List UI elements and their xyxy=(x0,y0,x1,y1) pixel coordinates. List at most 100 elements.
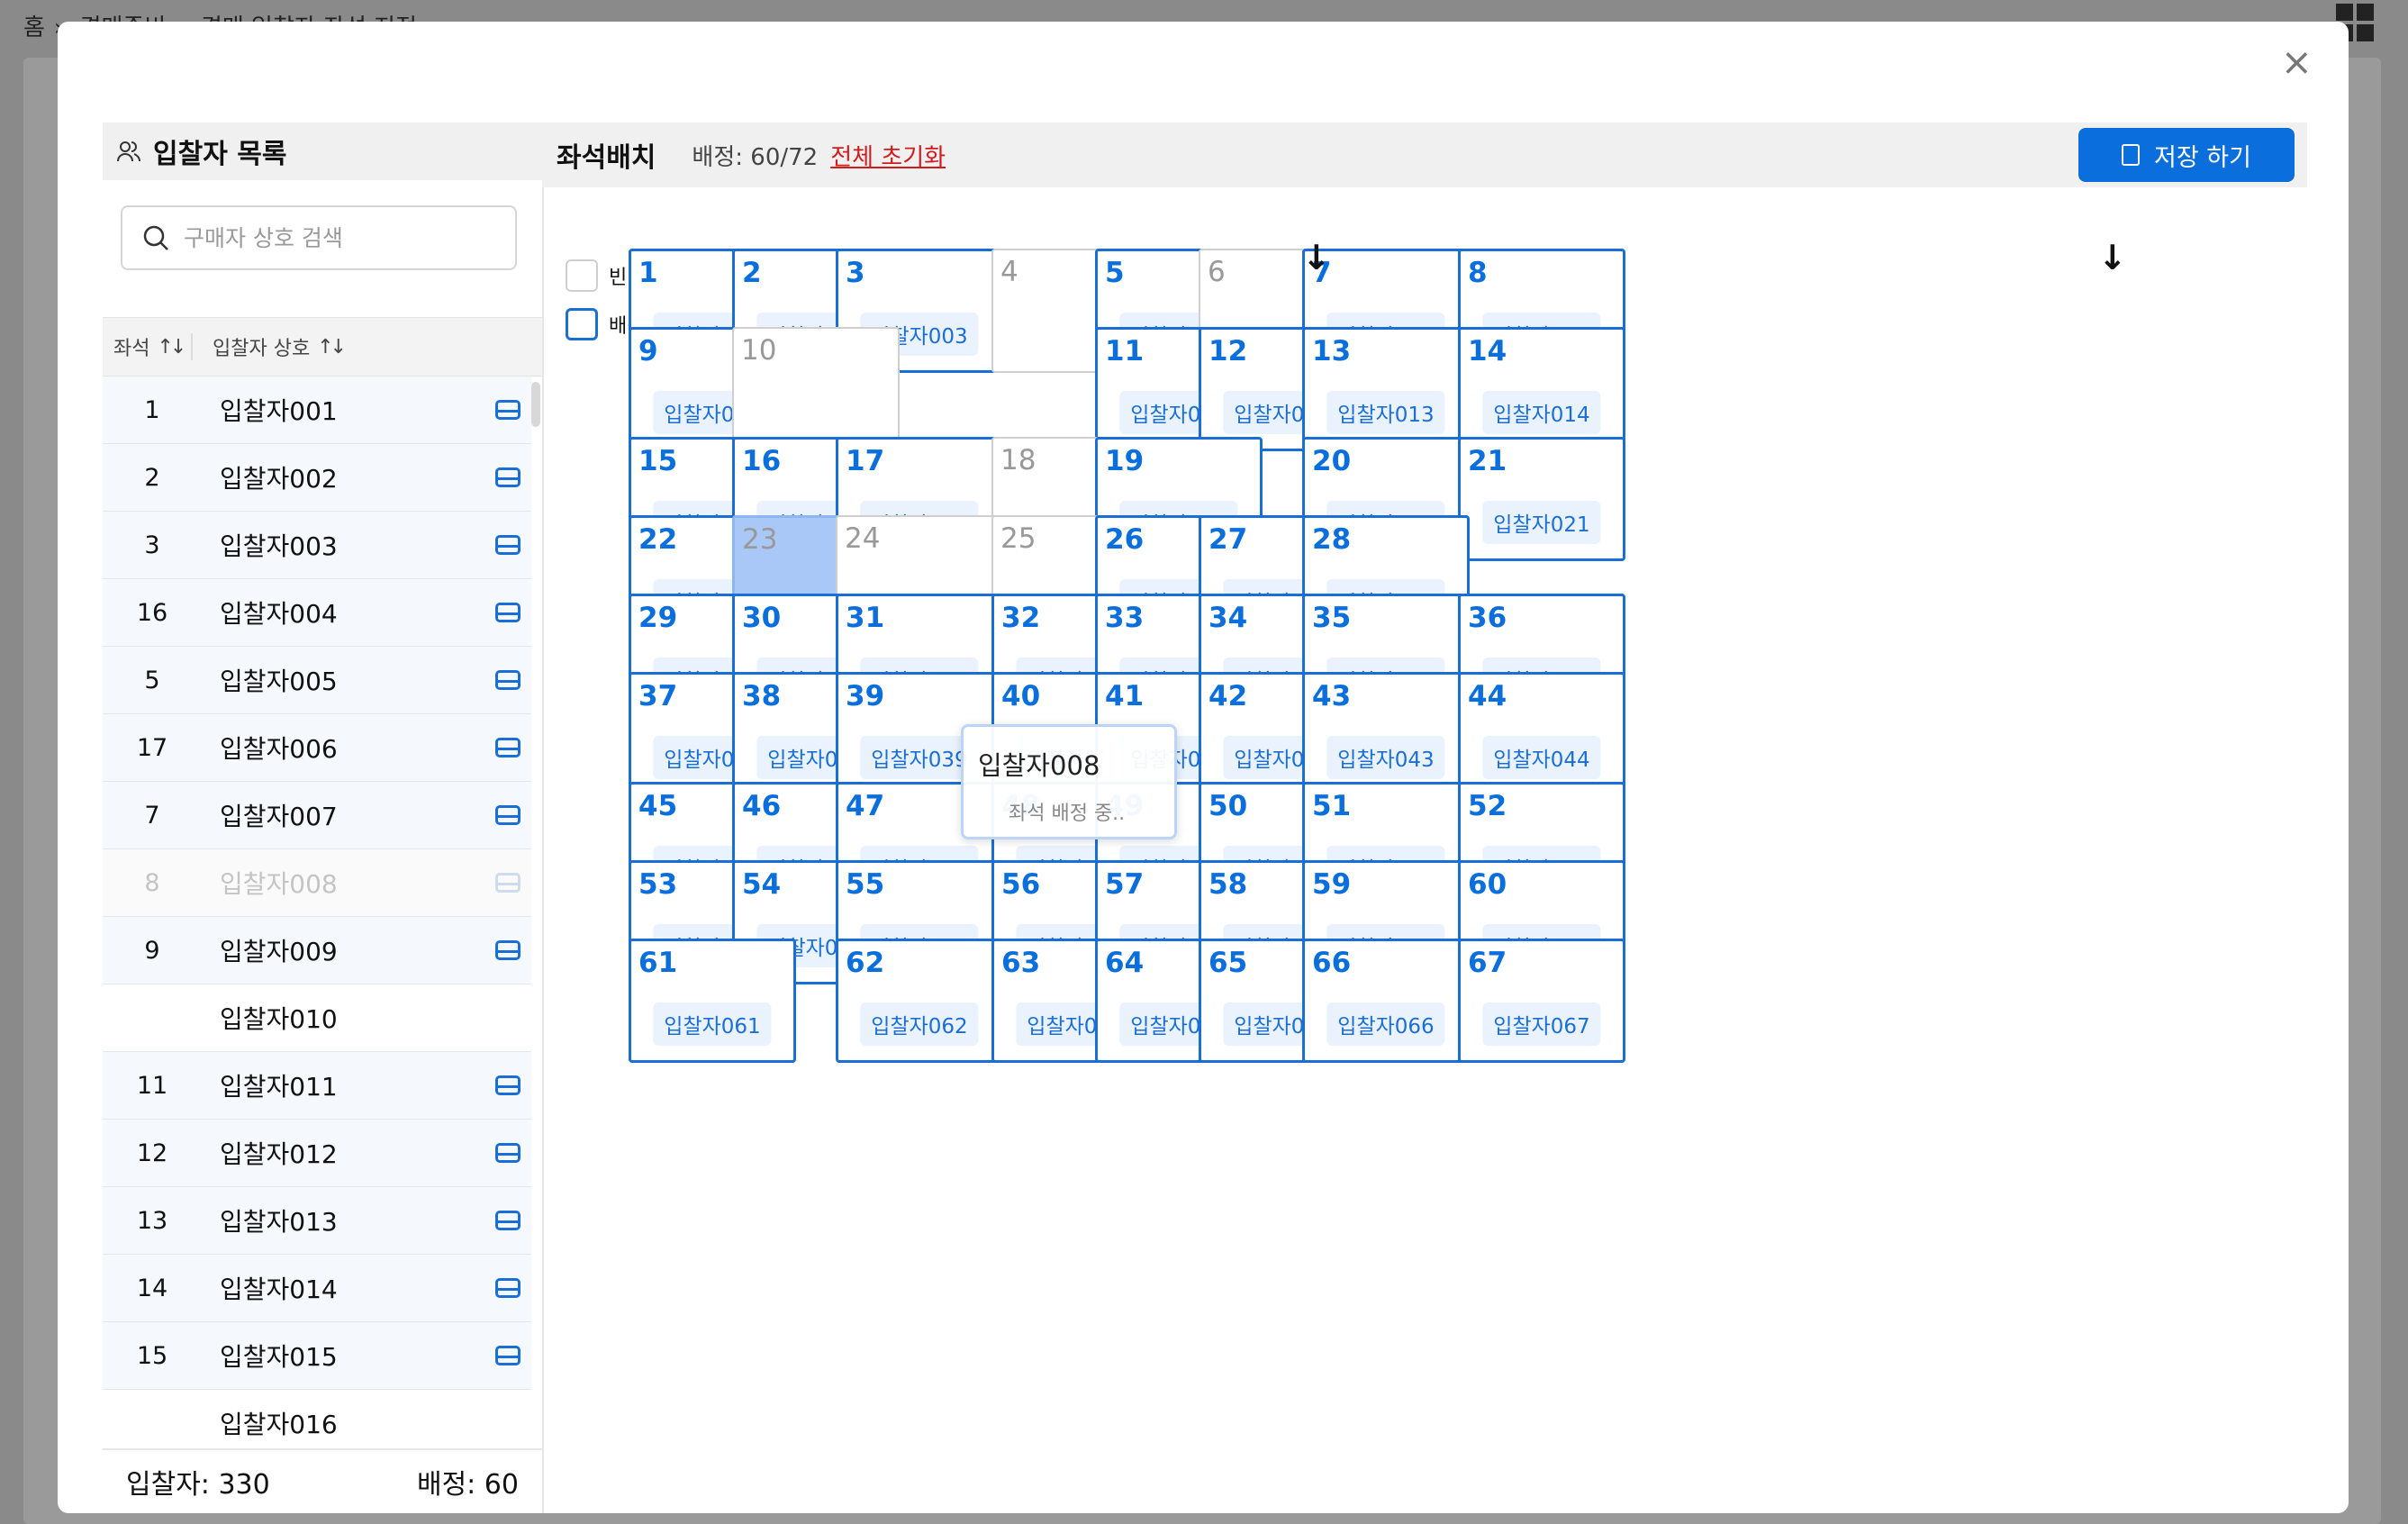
seat-number: 63 xyxy=(1001,947,1041,979)
table-row[interactable]: 입찰자010 xyxy=(103,984,531,1052)
seat-43[interactable]: 43 입찰자043 xyxy=(1302,672,1470,796)
table-row[interactable]: 2 입찰자002 xyxy=(103,444,531,512)
seat-number: 46 xyxy=(742,790,782,822)
breadcrumb-item[interactable]: 홈 xyxy=(23,14,45,41)
table-row[interactable]: 16 입찰자004 xyxy=(103,579,531,647)
table-row[interactable]: 12 입찰자012 xyxy=(103,1120,531,1187)
seat-icon[interactable] xyxy=(495,535,521,555)
seat-14[interactable]: 14 입찰자014 xyxy=(1458,327,1625,451)
seat-number: 10 xyxy=(741,334,777,367)
seat-bidder-tag[interactable]: 입찰자066 xyxy=(1326,1002,1445,1046)
seat-icon-cell xyxy=(484,670,531,690)
search-input[interactable] xyxy=(182,223,510,252)
close-icon[interactable]: × xyxy=(2281,43,2313,81)
seat-number: 53 xyxy=(638,868,678,901)
bidder-list-footer: 입찰자: 330 배정: 60 xyxy=(103,1448,542,1513)
sort-by-seat[interactable]: 좌석 ↑↓ xyxy=(103,333,193,360)
seat-bidder-tag[interactable]: 입찰자043 xyxy=(1326,736,1445,779)
seat-number: 3 xyxy=(846,257,865,289)
seating-panel: 좌석배치 배정: 60/72 전체 초기화 저장 하기 빈 좌석 배정됨 1입찰… xyxy=(542,122,2307,1513)
save-button[interactable]: 저장 하기 xyxy=(2078,128,2295,182)
list-scrollbar[interactable] xyxy=(531,382,540,427)
seat-icon[interactable] xyxy=(495,1211,521,1230)
seat-number: 65 xyxy=(1209,947,1248,979)
seat-number: 38 xyxy=(742,680,782,712)
bidder-rows: 1 입찰자001 2 입찰자002 3 입찰자003 16 입찰자004 5 입찰자005 17 입찰… xyxy=(103,376,531,1448)
reset-all-link[interactable]: 전체 초기화 xyxy=(830,139,946,172)
seat-number: 32 xyxy=(1001,602,1041,634)
seat-67[interactable]: 67 입찰자067 xyxy=(1458,939,1625,1063)
table-row[interactable]: 7 입찰자007 xyxy=(103,782,531,849)
seat-icon[interactable] xyxy=(495,603,521,622)
seat-icon[interactable] xyxy=(495,873,521,893)
table-row[interactable]: 9 입찰자009 xyxy=(103,917,531,984)
table-row[interactable]: 5 입찰자005 xyxy=(103,647,531,714)
bidder-search-box[interactable] xyxy=(121,205,517,270)
seat-icon[interactable] xyxy=(495,738,521,757)
seat-number: 1 xyxy=(638,257,658,289)
table-row[interactable]: 15 입찰자015 xyxy=(103,1322,531,1390)
seat-icon[interactable] xyxy=(495,1143,521,1163)
seat-number: 37 xyxy=(638,680,678,712)
row-bidder-name: 입찰자016 xyxy=(220,1410,338,1439)
seat-number: 14 xyxy=(1468,335,1507,367)
seat-number: 16 xyxy=(742,445,782,477)
seat-number: 34 xyxy=(1209,602,1248,634)
seat-icon-cell xyxy=(484,1075,531,1095)
seat-bidder-tag[interactable]: 입찰자067 xyxy=(1482,1002,1601,1046)
table-row[interactable]: 입찰자016 xyxy=(103,1390,531,1448)
seat-icon-cell xyxy=(484,940,531,960)
table-row[interactable]: 17 입찰자006 xyxy=(103,714,531,782)
seat-bidder-tag[interactable]: 입찰자044 xyxy=(1482,736,1601,779)
seat-62[interactable]: 62 입찰자062 xyxy=(836,939,1003,1063)
seat-bidder-tag[interactable]: 입찰자014 xyxy=(1482,391,1601,434)
row-seat-number: 5 xyxy=(144,666,160,694)
row-bidder-name: 입찰자010 xyxy=(220,1004,338,1034)
seat-13[interactable]: 13 입찰자013 xyxy=(1302,327,1470,451)
seat-61[interactable]: 61 입찰자061 xyxy=(629,939,796,1063)
drag-status: 좌석 배정 중.. xyxy=(1009,803,1126,825)
row-bidder-name: 입찰자009 xyxy=(220,937,338,966)
seat-number: 54 xyxy=(742,868,782,901)
seat-icon[interactable] xyxy=(495,1075,521,1095)
seat-66[interactable]: 66 입찰자066 xyxy=(1302,939,1470,1063)
seat-icon[interactable] xyxy=(495,940,521,960)
seat-bidder-tag[interactable]: 입찰자062 xyxy=(860,1002,979,1046)
table-row[interactable]: 13 입찰자013 xyxy=(103,1187,531,1255)
table-row[interactable]: 8 입찰자008 xyxy=(103,849,531,917)
seat-number: 6 xyxy=(1208,256,1226,288)
row-bidder-name: 입찰자013 xyxy=(220,1207,338,1237)
seat-bidder-tag[interactable]: 입찰자061 xyxy=(653,1002,772,1046)
seat-icon[interactable] xyxy=(495,400,521,420)
seat-icon[interactable] xyxy=(495,670,521,690)
row-seat-number: 11 xyxy=(136,1071,168,1100)
seat-icon[interactable] xyxy=(495,1346,521,1365)
seat-number: 27 xyxy=(1209,523,1248,556)
row-seat-number: 12 xyxy=(136,1138,168,1167)
seat-number: 56 xyxy=(1001,868,1041,901)
table-row[interactable]: 14 입찰자014 xyxy=(103,1255,531,1322)
sort-by-name[interactable]: 입찰자 상호 ↑↓ xyxy=(193,332,347,361)
table-row[interactable]: 11 입찰자011 xyxy=(103,1052,531,1120)
seat-number: 45 xyxy=(638,790,678,822)
seat-bidder-tag[interactable]: 입찰자013 xyxy=(1326,391,1445,434)
seat-icon-cell xyxy=(484,535,531,555)
seat-icon-cell xyxy=(484,400,531,420)
seat-icon[interactable] xyxy=(495,1278,521,1298)
table-row[interactable]: 1 입찰자001 xyxy=(103,376,531,444)
seat-10[interactable]: 10 xyxy=(732,327,900,451)
seat-icon[interactable] xyxy=(495,805,521,825)
seat-bidder-tag[interactable]: 입찰자021 xyxy=(1482,501,1601,544)
seat-icon[interactable] xyxy=(495,467,521,487)
seat-number: 4 xyxy=(1000,256,1018,288)
row-seat-number: 9 xyxy=(144,936,160,965)
seat-21[interactable]: 21 입찰자021 xyxy=(1458,437,1625,561)
row-seat-number: 15 xyxy=(136,1341,168,1370)
table-row[interactable]: 3 입찰자003 xyxy=(103,512,531,579)
row-bidder-name: 입찰자012 xyxy=(220,1139,338,1169)
document-icon xyxy=(2122,144,2141,166)
seat-number: 8 xyxy=(1468,257,1488,289)
drag-preview: 입찰자008 좌석 배정 중.. xyxy=(961,724,1177,839)
row-seat-number: 17 xyxy=(136,733,168,762)
seat-44[interactable]: 44 입찰자044 xyxy=(1458,672,1625,796)
